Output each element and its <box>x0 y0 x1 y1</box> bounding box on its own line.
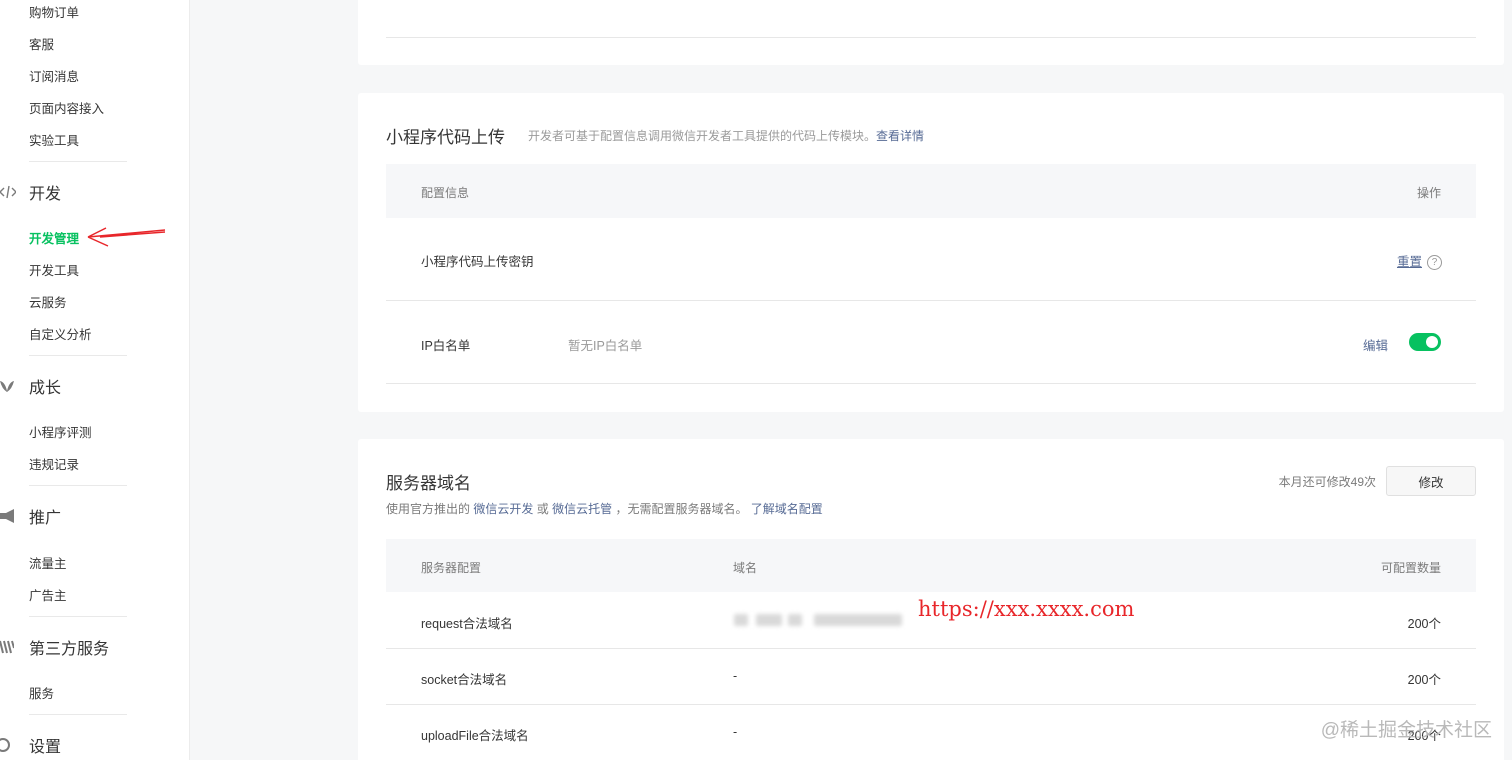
column-header-server: 服务器配置 <box>421 561 482 575</box>
sidebar-item-subscribe-messages[interactable]: 订阅消息 <box>29 66 79 85</box>
ip-whitelist-label: IP白名单 <box>421 339 471 353</box>
sidebar-item-violations[interactable]: 违规记录 <box>29 454 79 473</box>
sidebar-item-evaluation[interactable]: 小程序评测 <box>29 422 92 441</box>
section-description: 开发者可基于配置信息调用微信开发者工具提供的代码上传模块。查看详情 <box>528 127 924 144</box>
blurred-domain <box>734 614 748 626</box>
row-count: 200个 <box>1407 617 1441 631</box>
description-text: 使用官方推出的 <box>386 502 471 516</box>
annotation-arrow <box>87 227 166 247</box>
top-card <box>358 0 1504 65</box>
table-header: 配置信息 操作 <box>386 164 1476 218</box>
sidebar-group-label: 成长 <box>29 380 62 397</box>
annotation-url: https://xxx.xxxx.com <box>918 597 1135 621</box>
row-domain: - <box>733 725 738 739</box>
sidebar-divider <box>29 355 127 356</box>
row-divider <box>386 37 1476 38</box>
row-label: request合法域名 <box>421 617 513 631</box>
table-header: 服务器配置 域名 可配置数量 <box>386 539 1476 592</box>
row-divider <box>386 383 1476 384</box>
row-domain: - <box>733 669 738 683</box>
column-header-config: 配置信息 <box>421 186 470 200</box>
sidebar-divider <box>29 485 127 486</box>
modify-button[interactable]: 修改 <box>1386 466 1476 496</box>
gear-icon <box>0 735 22 755</box>
help-icon[interactable]: ? <box>1427 255 1442 271</box>
row-count: 200个 <box>1407 673 1441 687</box>
column-header-domain: 域名 <box>733 561 758 575</box>
sidebar-group-promo[interactable]: 推广 <box>0 504 61 528</box>
sidebar-divider <box>29 714 127 715</box>
code-icon <box>0 182 22 202</box>
sidebar-group-settings[interactable]: 设置 <box>0 733 61 757</box>
reset-action: 重置? <box>1397 251 1442 271</box>
sidebar-item-cloud-service[interactable]: 云服务 <box>29 292 67 311</box>
ip-whitelist-value: 暂无IP白名单 <box>568 339 643 353</box>
sidebar-item-lab-tools[interactable]: 实验工具 <box>29 130 79 149</box>
description-text: 或 <box>536 502 549 516</box>
remaining-modifications: 本月还可修改49次 <box>1278 475 1376 489</box>
blurred-domain <box>756 614 782 626</box>
column-header-count: 可配置数量 <box>1380 561 1441 575</box>
sidebar-group-dev[interactable]: 开发 <box>0 180 61 204</box>
cloud-dev-link[interactable]: 微信云开发 <box>473 502 533 516</box>
sidebar-item-page-content[interactable]: 页面内容接入 <box>29 98 104 117</box>
ip-whitelist-toggle[interactable] <box>1409 333 1441 351</box>
sidebar-item-services[interactable]: 服务 <box>29 683 54 702</box>
toggle-knob <box>1426 336 1438 348</box>
upload-key-label: 小程序代码上传密钥 <box>421 255 534 269</box>
sidebar-item-dev-management[interactable]: 开发管理 <box>29 228 79 247</box>
megaphone-icon <box>0 506 22 526</box>
row-divider <box>386 648 1476 649</box>
sidebar: 购物订单 客服 订阅消息 页面内容接入 实验工具 开发 开发管理 开发工具 云服… <box>0 0 190 760</box>
row-label: uploadFile合法域名 <box>421 729 529 743</box>
cloud-hosting-link[interactable]: 微信云托管 <box>552 502 612 516</box>
sidebar-item-traffic-owner[interactable]: 流量主 <box>29 553 67 572</box>
blurred-domain <box>814 614 902 626</box>
column-header-action: 操作 <box>1416 186 1441 200</box>
sidebar-group-label: 设置 <box>29 739 62 756</box>
reset-link[interactable]: 重置 <box>1397 255 1422 269</box>
leaf-icon <box>0 376 22 396</box>
sidebar-item-advertiser[interactable]: 广告主 <box>29 585 67 604</box>
row-divider <box>386 704 1476 705</box>
sidebar-group-third-party[interactable]: 第三方服务 <box>0 635 109 659</box>
sidebar-group-label: 开发 <box>29 186 62 203</box>
section-title: 服务器域名 <box>386 474 471 493</box>
row-label: socket合法域名 <box>421 673 508 687</box>
edit-link[interactable]: 编辑 <box>1363 335 1388 354</box>
learn-domain-config-link[interactable]: 了解域名配置 <box>751 502 823 516</box>
code-upload-card: 小程序代码上传 开发者可基于配置信息调用微信开发者工具提供的代码上传模块。查看详… <box>358 93 1504 412</box>
section-description: 使用官方推出的 微信云开发 或 微信云托管 ，无需配置服务器域名。 了解域名配置 <box>386 500 823 517</box>
sidebar-group-label: 推广 <box>29 510 62 527</box>
view-details-link[interactable]: 查看详情 <box>876 129 924 143</box>
sidebar-group-growth[interactable]: 成长 <box>0 374 61 398</box>
description-text: ，无需配置服务器域名。 <box>615 502 748 516</box>
sidebar-divider <box>29 616 127 617</box>
watermark: @稀土掘金技术社区 <box>1320 720 1492 741</box>
sidebar-group-label: 第三方服务 <box>29 641 110 658</box>
row-divider <box>386 300 1476 301</box>
section-title: 小程序代码上传 <box>386 128 505 147</box>
sidebar-item-customer-service[interactable]: 客服 <box>29 34 54 53</box>
third-party-icon <box>0 637 22 657</box>
sidebar-item-orders[interactable]: 购物订单 <box>29 2 79 21</box>
blurred-domain <box>788 614 802 626</box>
sidebar-item-dev-tools[interactable]: 开发工具 <box>29 260 79 279</box>
sidebar-divider <box>29 161 127 162</box>
sidebar-item-custom-analytics[interactable]: 自定义分析 <box>29 324 92 343</box>
description-text: 开发者可基于配置信息调用微信开发者工具提供的代码上传模块。 <box>528 129 877 143</box>
